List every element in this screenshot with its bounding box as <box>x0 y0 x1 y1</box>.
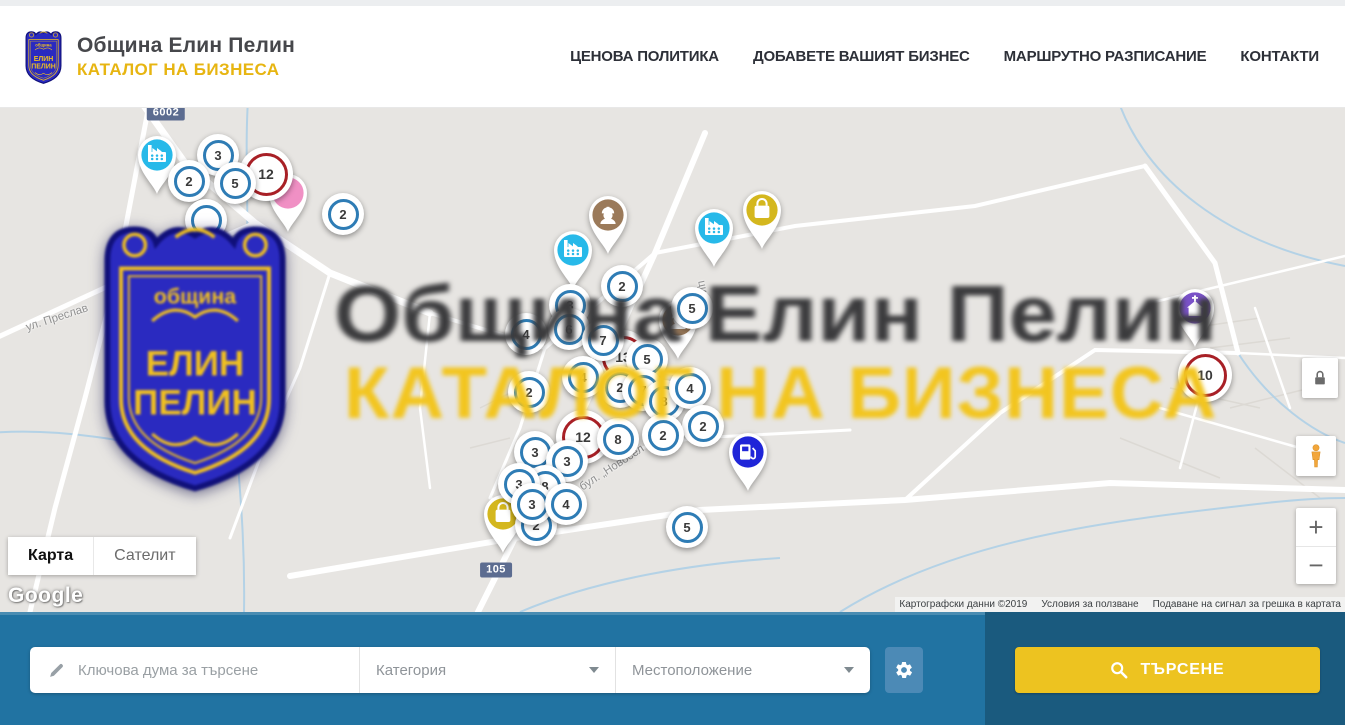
nav-link-contacts[interactable]: КОНТАКТИ <box>1240 48 1319 65</box>
cluster-marker[interactable]: 2 <box>508 371 550 413</box>
zoom-out-button[interactable]: − <box>1296 547 1336 585</box>
keyword-input[interactable] <box>78 662 359 679</box>
pegman-icon <box>1305 443 1327 469</box>
terms-link[interactable]: Условия за ползване <box>1041 599 1138 610</box>
map-type-map-button[interactable]: Карта <box>8 537 93 575</box>
pencil-icon <box>48 662 65 679</box>
attribution-copyright: Картографски данни ©2019 <box>899 599 1027 610</box>
chevron-down-icon <box>844 667 854 673</box>
cluster-marker[interactable]: 8 <box>597 418 639 460</box>
cluster-marker[interactable]: 4 <box>562 356 604 398</box>
svg-text:община: община <box>35 42 52 47</box>
brand-logo[interactable]: община ЕЛИН ПЕЛИН Община Елин Пелин КАТА… <box>22 28 295 86</box>
advanced-settings-button[interactable] <box>885 647 923 693</box>
cluster-marker[interactable]: 2 <box>322 193 364 235</box>
category-select[interactable]: Категория <box>360 647 615 693</box>
zoom-in-button[interactable]: + <box>1296 508 1336 547</box>
cluster-marker[interactable]: 7 <box>582 319 624 361</box>
cluster-marker[interactable]: 2 <box>601 265 643 307</box>
cluster-marker[interactable]: 5 <box>214 162 256 204</box>
cluster-marker[interactable]: 10 <box>1178 348 1232 402</box>
cluster-marker[interactable]: 5 <box>671 287 713 329</box>
map-attribution: Картографски данни ©2019 Условия за полз… <box>895 597 1345 612</box>
nav-link-timetable[interactable]: МАРШРУТНО РАЗПИСАНИЕ <box>1004 48 1207 65</box>
nav-link-pricing[interactable]: ЦЕНОВА ПОЛИТИКА <box>570 48 719 65</box>
search-icon <box>1110 661 1128 679</box>
map-type-satellite-button[interactable]: Сателит <box>93 537 195 575</box>
map-canvas[interactable]: 6002105ул. Преславбул. „Новоселция 12325… <box>0 108 1345 612</box>
municipality-crest-icon: община ЕЛИН ПЕЛИН <box>22 28 65 86</box>
search-button[interactable]: ТЪРСЕНЕ <box>1015 647 1320 693</box>
main-nav: ЦЕНОВА ПОЛИТИКА ДОБАВЕТЕ ВАШИЯТ БИЗНЕС М… <box>570 48 1319 65</box>
cluster-marker[interactable]: 4 <box>505 313 547 355</box>
site-title: Община Елин Пелин <box>77 34 295 58</box>
lock-icon <box>1312 369 1328 387</box>
map-cluster-layer: 123252235641375422784221283383234510 <box>0 108 1345 612</box>
svg-text:ПЕЛИН: ПЕЛИН <box>31 63 56 70</box>
cluster-marker[interactable]: 2 <box>168 160 210 202</box>
search-bar: Категория Местоположение ТЪРСЕНЕ <box>0 612 1345 725</box>
street-view-pegman-button[interactable] <box>1296 436 1336 476</box>
cluster-marker[interactable]: 5 <box>666 506 708 548</box>
lock-button[interactable] <box>1302 358 1338 398</box>
zoom-control: + − <box>1296 508 1336 584</box>
cluster-marker[interactable]: 2 <box>682 405 724 447</box>
map-type-control: Карта Сателит <box>8 537 196 575</box>
google-logo[interactable]: Google <box>8 584 83 608</box>
chevron-down-icon <box>589 667 599 673</box>
cluster-marker[interactable]: 2 <box>642 414 684 456</box>
svg-text:ЕЛИН: ЕЛИН <box>34 55 54 62</box>
header: община ЕЛИН ПЕЛИН Община Елин Пелин КАТА… <box>0 6 1345 108</box>
cluster-marker[interactable] <box>185 199 227 241</box>
location-select[interactable]: Местоположение <box>615 647 870 693</box>
keyword-segment <box>30 647 360 693</box>
site-subtitle: КАТАЛОГ НА БИЗНЕСА <box>77 60 295 80</box>
nav-link-add-business[interactable]: ДОБАВЕТЕ ВАШИЯТ БИЗНЕС <box>753 48 970 65</box>
report-error-link[interactable]: Подаване на сигнал за грешка в картата <box>1153 599 1341 610</box>
gear-icon <box>894 660 914 680</box>
cluster-marker[interactable]: 4 <box>545 483 587 525</box>
cluster-marker[interactable]: 4 <box>669 367 711 409</box>
search-group: Категория Местоположение <box>30 647 870 693</box>
